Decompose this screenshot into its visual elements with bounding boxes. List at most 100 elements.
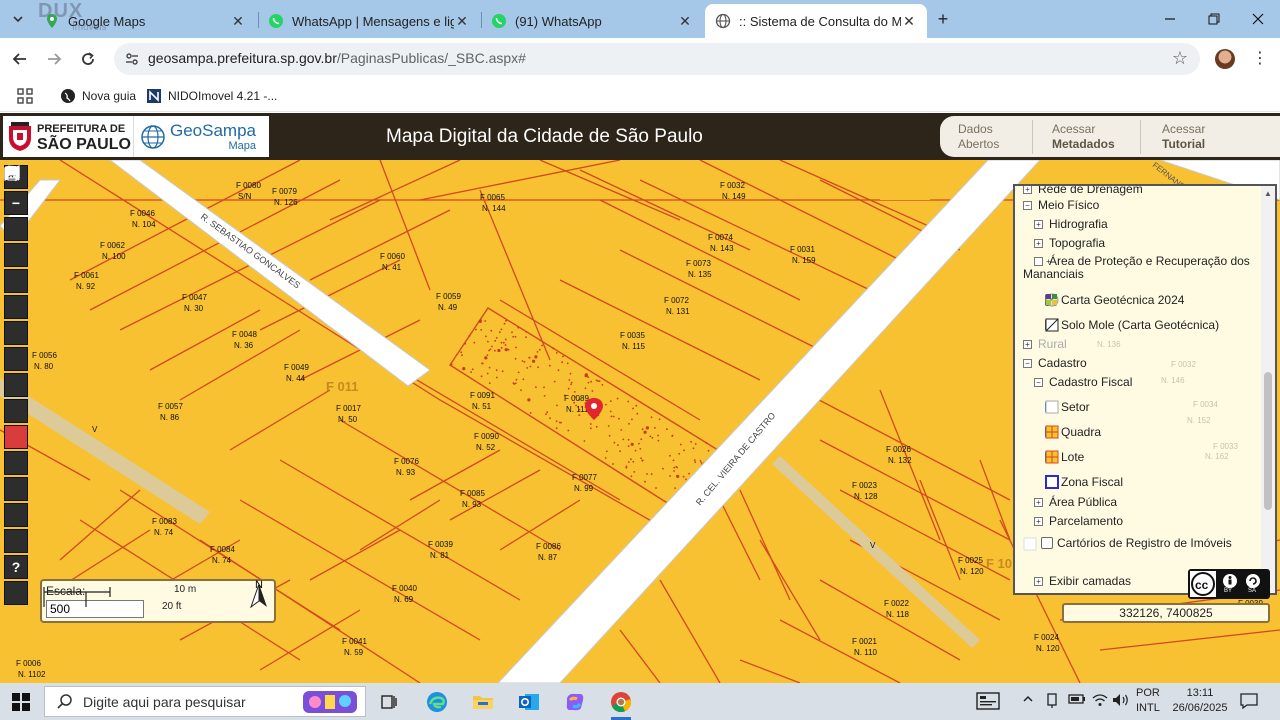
expand-icon[interactable]: + — [1023, 340, 1032, 349]
profile-avatar[interactable] — [1215, 49, 1235, 69]
scroll-up-icon[interactable]: ▲ — [1264, 189, 1272, 198]
bookmark-nidoimovel[interactable]: NIDOImovel 4.21 -... — [146, 87, 277, 105]
expand-icon[interactable]: + — [1034, 517, 1043, 526]
lot-dot — [471, 368, 474, 371]
creative-commons-badge[interactable]: cc BY SA — [1188, 569, 1270, 599]
bookmark-star-icon[interactable]: ☆ — [1172, 48, 1188, 69]
layer-group[interactable]: + Topografia — [1034, 236, 1105, 250]
tab-whatsapp-web[interactable]: WhatsApp | Mensagens e ligaç ✕ — [258, 4, 480, 38]
help-button[interactable]: ? — [4, 555, 28, 579]
close-icon[interactable]: ✕ — [901, 13, 917, 30]
parcel-number-label: N. 74 — [154, 528, 174, 537]
map-canvas[interactable]: R. SEBASTIAO GONCALVES R. CEL. VIEIRA DE… — [0, 160, 1280, 683]
geolocate-button[interactable] — [4, 165, 28, 293]
minimize-button[interactable] — [1148, 0, 1192, 38]
new-tab-button[interactable]: + — [932, 8, 954, 30]
tab-search-button[interactable] — [6, 7, 30, 31]
tab-whatsapp-91[interactable]: (91) WhatsApp ✕ — [481, 4, 703, 38]
layers-panel[interactable]: + Rede de Drenagem − Meio Físico + Hidrografi… — [1013, 184, 1277, 595]
tray-clock[interactable]: 13:11 26/06/2025 — [1170, 686, 1230, 716]
tray-volume-icon[interactable] — [1112, 693, 1130, 710]
layer-group[interactable]: + Exibir camadas — [1034, 574, 1131, 588]
site-settings-icon[interactable] — [124, 51, 140, 67]
back-button[interactable] — [8, 47, 32, 71]
expand-icon[interactable]: + — [1034, 220, 1043, 229]
print-button[interactable] — [4, 166, 28, 527]
restore-button[interactable] — [1192, 0, 1236, 38]
film-button[interactable] — [4, 166, 28, 423]
close-window-button[interactable] — [1236, 0, 1280, 38]
taskbar-search[interactable]: Digite aqui para pesquisar — [44, 686, 366, 717]
layer-group[interactable]: + Parcelamento — [1034, 514, 1123, 528]
layer-item[interactable]: Zona Fiscal — [1045, 475, 1123, 489]
layer-item[interactable]: Carta Geotécnica 2024 — [1045, 293, 1184, 307]
reload-button[interactable] — [76, 47, 100, 71]
map-compare-button[interactable] — [4, 165, 28, 449]
windows-start-icon[interactable] — [12, 693, 30, 711]
taskbar-edge[interactable] — [422, 687, 452, 717]
tray-language[interactable]: POR INTL — [1136, 686, 1160, 716]
layer-group[interactable]: + Hidrografia — [1034, 217, 1108, 231]
acessar-tutorial-link[interactable]: Acessar Tutorial — [1162, 122, 1205, 152]
taskbar-outlook[interactable] — [514, 687, 544, 717]
acessar-metadados-link[interactable]: Acessar Metadados — [1052, 122, 1115, 152]
tray-device-icon[interactable] — [1046, 693, 1058, 712]
collapse-icon[interactable]: − — [1023, 359, 1032, 368]
geosampa-logo[interactable]: GeoSampa Mapa — [133, 116, 269, 157]
contact-button[interactable] — [4, 167, 28, 605]
save-button[interactable] — [4, 166, 28, 371]
taskbar-widget[interactable] — [976, 692, 1000, 713]
layer-checkbox[interactable] — [1041, 537, 1053, 549]
tray-overflow-icon[interactable] — [1022, 693, 1034, 708]
expand-icon[interactable]: + — [1034, 498, 1043, 507]
layer-item[interactable]: Lote — [1045, 450, 1084, 464]
layer-item[interactable]: Solo Mole (Carta Geotécnica) — [1045, 318, 1219, 332]
layer-group[interactable]: + Área Pública — [1034, 495, 1117, 509]
close-icon[interactable]: ✕ — [230, 13, 246, 30]
close-icon[interactable]: ✕ — [454, 13, 470, 30]
tray-battery-icon[interactable] — [1068, 693, 1086, 708]
layers-button[interactable] — [4, 167, 28, 241]
layers-scrollbar[interactable]: ▲ ▼ — [1261, 186, 1275, 593]
texture-button[interactable] — [4, 166, 28, 475]
expand-icon[interactable]: + — [1034, 577, 1043, 586]
task-view-button[interactable] — [374, 687, 404, 717]
zoom-out-button[interactable]: − — [4, 191, 28, 215]
measure-button[interactable] — [4, 167, 28, 345]
tray-wifi-icon[interactable] — [1092, 693, 1108, 710]
layer-group[interactable]: − Cadastro Fiscal — [1034, 375, 1132, 389]
dados-abertos-link[interactable]: Dados Abertos — [958, 122, 999, 152]
layer-item[interactable]: Cartórios de Registro de Imóveis — [1023, 537, 1249, 551]
taskbar-copilot[interactable] — [560, 687, 590, 717]
close-icon[interactable]: ✕ — [677, 13, 693, 30]
expand-icon[interactable]: + — [1023, 186, 1032, 194]
taskbar-chrome[interactable] — [606, 687, 636, 720]
scroll-thumb[interactable] — [1264, 372, 1272, 510]
draw-button[interactable] — [4, 167, 28, 397]
settings-button[interactable] — [4, 167, 28, 553]
layer-group[interactable]: + Rural — [1023, 337, 1067, 351]
expand-icon[interactable]: + — [1034, 239, 1043, 248]
coordinates-button[interactable] — [4, 166, 28, 501]
collapse-icon[interactable]: − — [1034, 378, 1043, 387]
prefeitura-logo[interactable]: PREFEITURA DE SÃO PAULO — [3, 116, 133, 157]
bookmark-nova-guia[interactable]: Nova guia — [60, 87, 136, 105]
info-button[interactable] — [4, 167, 28, 267]
layer-group[interactable]: + Rede de Drenagem — [1023, 186, 1143, 196]
expand-icon[interactable]: + — [1034, 257, 1051, 266]
layer-group[interactable]: − Cadastro — [1023, 356, 1087, 370]
layer-item[interactable]: Setor — [1045, 400, 1090, 414]
forward-button[interactable] — [42, 47, 66, 71]
search-button[interactable] — [4, 166, 28, 319]
taskbar-file-explorer[interactable] — [468, 687, 498, 717]
address-bar[interactable]: geosampa.prefeitura.sp.gov.br/PaginasPub… — [114, 43, 1200, 75]
layer-item[interactable]: Quadra — [1045, 425, 1101, 439]
apps-grid-icon[interactable] — [16, 87, 34, 105]
layer-group[interactable]: − Meio Físico — [1023, 198, 1099, 212]
notification-icon[interactable] — [1240, 692, 1258, 710]
menu-kebab-icon[interactable]: ⋮ — [1252, 48, 1268, 68]
url-text[interactable]: geosampa.prefeitura.sp.gov.br/PaginasPub… — [148, 50, 526, 66]
tab-geosampa[interactable]: :: Sistema de Consulta do Mapa ✕ — [705, 4, 927, 38]
collapse-icon[interactable]: − — [1023, 201, 1032, 210]
layer-group[interactable]: +Área de Proteção e Recuperação dos Mana… — [1023, 255, 1251, 281]
